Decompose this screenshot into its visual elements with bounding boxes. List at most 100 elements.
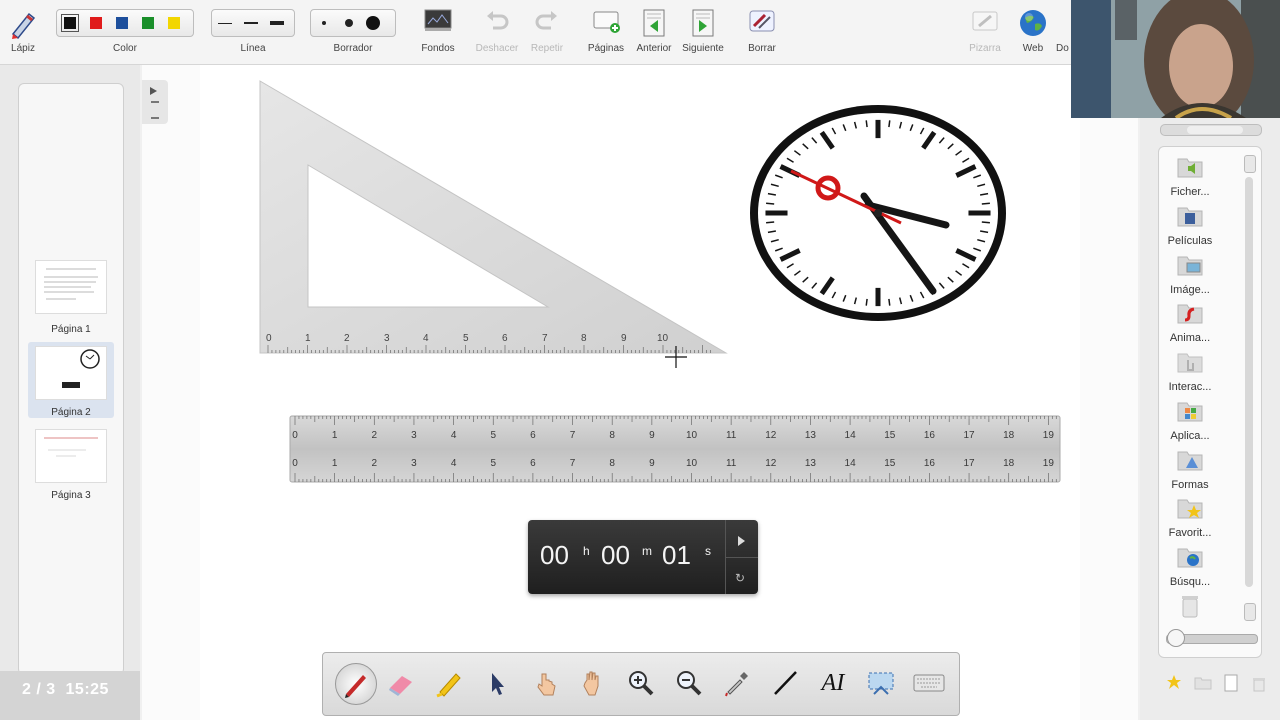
gallery-item-search[interactable]: Búsqu... bbox=[1160, 545, 1220, 588]
ruler-tick-label: 8 bbox=[609, 430, 615, 441]
scroll-thumb[interactable] bbox=[1187, 126, 1243, 134]
page-thumbnail-2[interactable] bbox=[35, 346, 107, 400]
line-thin-option[interactable] bbox=[218, 22, 232, 24]
speaker-folder-icon bbox=[1177, 158, 1203, 178]
zoom-in-button[interactable] bbox=[623, 665, 659, 701]
pencil-button[interactable]: Lápiz bbox=[2, 0, 44, 64]
color-group: Color bbox=[54, 0, 196, 64]
color-swatch-yellow[interactable] bbox=[168, 17, 180, 29]
page-thumbnail-1[interactable] bbox=[35, 260, 107, 314]
tick-label: 2 bbox=[344, 333, 350, 344]
whiteboard-button[interactable]: Pizarra bbox=[964, 0, 1006, 64]
gallery-item-animations[interactable]: Anima... bbox=[1160, 301, 1220, 344]
ruler-tick-label: 14 bbox=[845, 430, 857, 441]
gallery-item-files[interactable]: Ficher... bbox=[1160, 155, 1220, 198]
eraser-label: Borrador bbox=[333, 43, 373, 54]
timer-play-icon[interactable] bbox=[738, 536, 745, 546]
gallery-vertical-scrollbar[interactable] bbox=[1243, 155, 1256, 621]
collapse-panel-button[interactable] bbox=[142, 80, 168, 124]
analog-clock[interactable] bbox=[746, 101, 1010, 325]
eraser-large-option[interactable] bbox=[366, 16, 380, 30]
eraser-medium-option[interactable] bbox=[345, 19, 353, 27]
previous-page-button[interactable]: Anterior bbox=[632, 0, 676, 64]
gallery-item-images[interactable]: Imáge... bbox=[1160, 253, 1220, 296]
gallery-label: Aplica... bbox=[1170, 430, 1210, 442]
backgrounds-button[interactable]: Fondos bbox=[414, 0, 462, 64]
page-status: 2 / 3 15:25 bbox=[22, 681, 109, 699]
web-label: Web bbox=[1022, 43, 1044, 54]
pen-tool-button[interactable] bbox=[335, 663, 377, 705]
ruler-tick-label: 10 bbox=[686, 430, 698, 441]
ruler-tick-label: 13 bbox=[805, 430, 817, 441]
ruler-tick-label: 11 bbox=[726, 430, 737, 441]
scroll-up-button[interactable] bbox=[1244, 155, 1256, 173]
gallery-size-slider[interactable] bbox=[1166, 629, 1258, 647]
web-button[interactable]: Web bbox=[1014, 0, 1052, 64]
redo-button[interactable]: Repetir bbox=[524, 0, 570, 64]
next-page-button[interactable]: Siguiente bbox=[680, 0, 726, 64]
line-tool-button[interactable] bbox=[767, 665, 803, 701]
screen-capture-button[interactable] bbox=[863, 665, 899, 701]
gallery-item-favorites[interactable]: Favorit... bbox=[1160, 496, 1220, 539]
ruler-tick-label: 19 bbox=[1043, 458, 1055, 469]
text-tool-label: AI bbox=[821, 669, 845, 696]
trash-icon[interactable] bbox=[1179, 593, 1201, 619]
page-thumbnail-3[interactable] bbox=[35, 429, 107, 483]
page-thumbnails: Página 1 Página 2 Página 3 bbox=[18, 83, 124, 675]
highlighter-tool-button[interactable] bbox=[431, 665, 467, 701]
image-folder-icon bbox=[1177, 256, 1203, 276]
ruler-tick-label: 19 bbox=[1043, 430, 1055, 441]
tick-label: 1 bbox=[305, 333, 311, 344]
eraser-tool-button[interactable] bbox=[383, 665, 419, 701]
color-swatch-black[interactable] bbox=[61, 14, 79, 32]
select-tool-button[interactable] bbox=[479, 665, 515, 701]
color-swatch-blue[interactable] bbox=[116, 17, 128, 29]
redo-icon bbox=[535, 11, 557, 30]
ruler-tick-label: 9 bbox=[649, 430, 655, 441]
ruler-tick-label: 5 bbox=[490, 458, 496, 469]
interact-tool-button[interactable] bbox=[527, 665, 563, 701]
scroll-down-button[interactable] bbox=[1244, 603, 1256, 621]
tick-label: 4 bbox=[423, 333, 429, 344]
ruler-tick-label: 4 bbox=[451, 458, 457, 469]
zoom-out-button[interactable] bbox=[671, 665, 707, 701]
page-label-3: Página 3 bbox=[51, 490, 91, 501]
color-swatch-red[interactable] bbox=[90, 17, 102, 29]
gallery-item-interactive[interactable]: Interac... bbox=[1160, 350, 1220, 393]
ruler-tick-label: 0 bbox=[292, 458, 298, 469]
timer-reset-icon[interactable]: ↻ bbox=[735, 571, 745, 585]
whiteboard-canvas[interactable]: 0 1 2 3 4 5 6 7 8 9 10 0 1 2 3 4 5 6 7 8… bbox=[142, 65, 1138, 720]
gallery-item-applications[interactable]: Aplica... bbox=[1160, 399, 1220, 442]
eraser-small-option[interactable] bbox=[322, 21, 326, 25]
countdown-timer[interactable]: 00 h 00 m 01 s ↻ bbox=[528, 520, 758, 594]
keyboard-button[interactable] bbox=[911, 665, 947, 701]
clock-mark bbox=[981, 221, 990, 224]
slider-handle[interactable] bbox=[1167, 629, 1185, 647]
set-square-ruler[interactable]: 0 1 2 3 4 5 6 7 8 9 10 bbox=[258, 79, 730, 359]
more-button[interactable]: Do bbox=[1056, 0, 1072, 64]
color-swatch-green[interactable] bbox=[142, 17, 154, 29]
globe-folder-icon bbox=[1177, 548, 1203, 568]
gallery-item-movies[interactable]: Películas bbox=[1160, 204, 1220, 247]
straight-ruler[interactable]: 0 1 2 3 4 5 6 7 8 9 10 11 12 13 14 15 16 17 18 19 012345678… bbox=[289, 415, 1061, 483]
gallery-horizontal-scrollbar[interactable] bbox=[1160, 124, 1262, 136]
gallery-item-shapes[interactable]: Formas bbox=[1160, 448, 1220, 491]
keyboard-icon bbox=[913, 674, 945, 692]
pencil-icon bbox=[11, 12, 36, 40]
text-tool-button[interactable]: AI bbox=[815, 665, 851, 701]
add-folder-icon[interactable] bbox=[1194, 676, 1212, 690]
ruler-tick-label: 16 bbox=[924, 458, 936, 469]
undo-button[interactable]: Deshacer bbox=[472, 0, 522, 64]
pan-tool-button[interactable] bbox=[575, 665, 611, 701]
new-page-icon[interactable] bbox=[1224, 674, 1238, 692]
delete-icon[interactable] bbox=[1252, 676, 1266, 692]
color-picker-button[interactable] bbox=[719, 665, 755, 701]
line-icon bbox=[774, 671, 797, 695]
pages-button[interactable]: Páginas bbox=[584, 0, 628, 64]
scroll-thumb[interactable] bbox=[1245, 177, 1253, 587]
favorite-star-icon[interactable] bbox=[1166, 674, 1182, 690]
gallery-label: Ficher... bbox=[1170, 186, 1210, 198]
clear-button[interactable]: Borrar bbox=[742, 0, 782, 64]
line-medium-option[interactable] bbox=[244, 22, 258, 24]
line-thick-option[interactable] bbox=[270, 21, 284, 25]
